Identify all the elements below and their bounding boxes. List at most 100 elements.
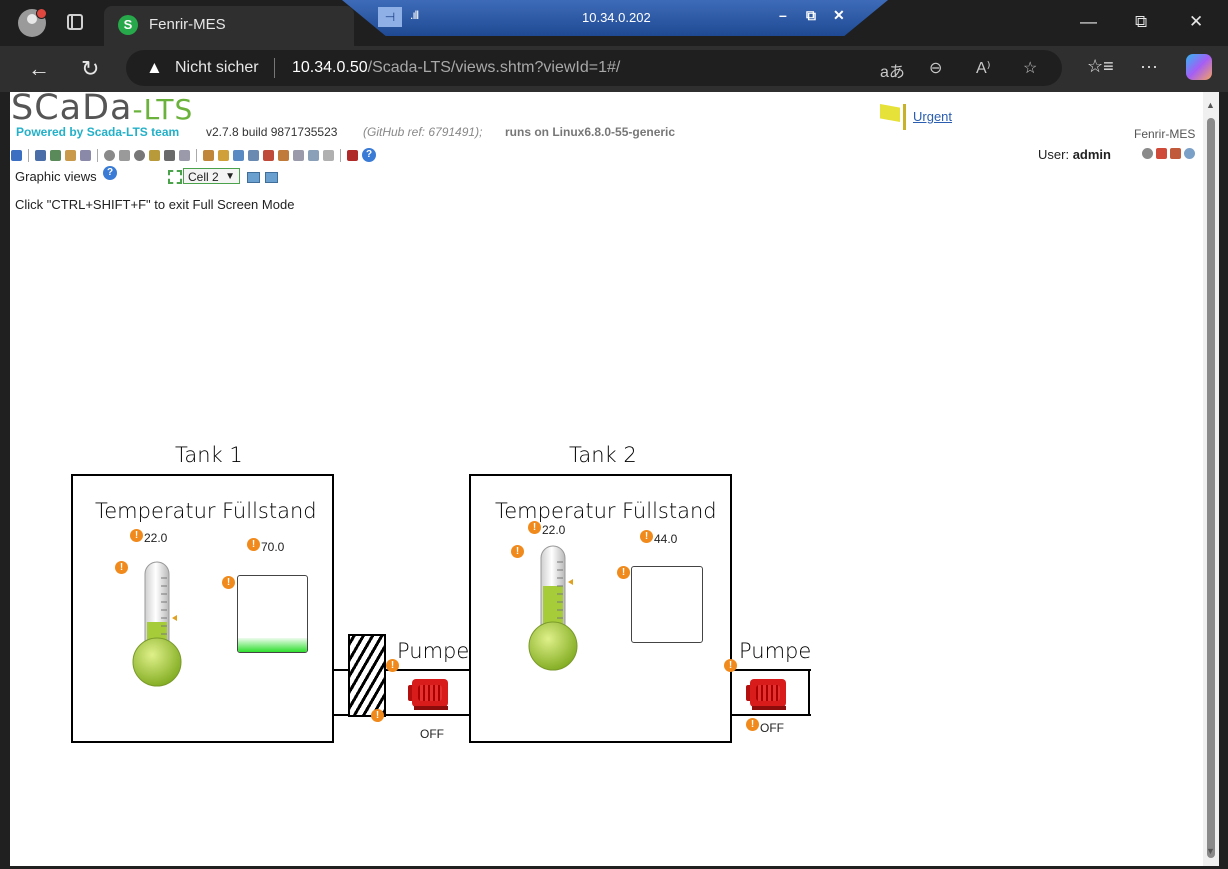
point-details-icon[interactable] (50, 149, 61, 161)
filter-alarm-icon[interactable]: ! (371, 709, 384, 722)
mailing-lists-icon[interactable] (233, 149, 244, 161)
url-field[interactable]: ▲ Nicht sicher 10.34.0.50/Scada-LTS/view… (126, 50, 1062, 86)
tank1-temp-alarm-icon[interactable]: ! (130, 529, 143, 542)
watch-list-icon[interactable] (35, 149, 46, 161)
pump1-label: Pumpe (397, 639, 470, 663)
tank2-temp-value[interactable]: 22.0 (542, 523, 565, 537)
scada-lts-logo: SCaDa-LTS (11, 92, 193, 128)
security-label[interactable]: Nicht sicher (175, 59, 259, 77)
urgent-alarm-link[interactable]: Urgent (913, 109, 952, 124)
more-icon[interactable]: ··· (1140, 56, 1158, 77)
pump1-icon[interactable] (408, 675, 454, 711)
tank1-level-alarm-icon[interactable]: ! (222, 576, 235, 589)
scroll-down-icon[interactable]: ▼ (1206, 846, 1215, 856)
point-links-icon[interactable] (179, 149, 190, 161)
favorites-bar-icon[interactable]: ☆≡ (1087, 56, 1114, 77)
warning-icon[interactable]: ▲ (146, 58, 163, 78)
users-icon[interactable] (203, 149, 214, 161)
tank1-temp-value[interactable]: 22.0 (144, 531, 167, 545)
powered-by-link[interactable]: Powered by Scada-LTS team (16, 125, 179, 139)
favorite-icon[interactable]: ☆ (1023, 58, 1037, 78)
tank1-title: Tank 1 (175, 443, 243, 467)
pump2-alarm-icon[interactable]: ! (724, 659, 737, 672)
tank1-level-value-alarm-icon[interactable]: ! (247, 538, 260, 551)
scroll-up-icon[interactable]: ▲ (1206, 100, 1215, 110)
maintenance-icon[interactable] (263, 149, 274, 161)
tank2-title: Tank 2 (569, 443, 637, 467)
filter-element[interactable] (348, 634, 386, 717)
back-icon[interactable]: ← (28, 56, 50, 82)
url-divider (274, 58, 275, 78)
language-icon[interactable] (1184, 148, 1195, 159)
fullscreen-icon[interactable] (168, 170, 182, 184)
sound-icon[interactable] (1142, 148, 1153, 159)
address-bar: ← ↻ ▲ Nicht sicher 10.34.0.50/Scada-LTS/… (0, 46, 1228, 92)
tank2-thermo-alarm-icon[interactable]: ! (511, 545, 524, 558)
tank1-thermo-alarm-icon[interactable]: ! (115, 561, 128, 574)
event-detectors-icon[interactable] (149, 149, 160, 161)
compound-events-icon[interactable] (164, 149, 175, 161)
tank2-level-alarm-icon[interactable]: ! (617, 566, 630, 579)
tank2-level-value[interactable]: 44.0 (654, 532, 677, 546)
tank1-thermometer[interactable] (130, 560, 186, 688)
main-toolbar: ? (11, 147, 376, 163)
view-select[interactable]: Cell 2 ▼ (183, 168, 240, 184)
help-icon[interactable]: ? (362, 148, 376, 162)
profile-avatar-icon[interactable] (18, 8, 47, 37)
user-profiles-icon[interactable] (218, 149, 229, 161)
remote-minimize-icon[interactable]: – (779, 7, 787, 23)
copilot-icon[interactable] (1186, 54, 1212, 80)
tank2-level-label: Füllstand (622, 499, 717, 523)
pump2-state-alarm-icon[interactable]: ! (746, 718, 759, 731)
fullscreen-hint: Click "CTRL+SHIFT+F" to exit Full Screen… (15, 197, 295, 212)
remote-session-title: 10.34.0.202 (582, 10, 651, 25)
logout-icon[interactable] (347, 149, 358, 161)
system-settings-icon[interactable] (293, 149, 304, 161)
window-minimize-icon[interactable]: — (1080, 12, 1097, 32)
scheduled-events-icon[interactable] (134, 149, 145, 161)
tank1-level-label: Füllstand (222, 499, 317, 523)
refresh-icon[interactable]: ↻ (81, 56, 99, 82)
set-homepage-icon[interactable] (1170, 148, 1181, 159)
immersive-reader-icon[interactable]: A⁾ (976, 58, 991, 78)
pump1-body (412, 679, 448, 707)
window-close-icon[interactable]: ✕ (1189, 12, 1203, 32)
events-icon[interactable] (80, 149, 91, 161)
pin-icon[interactable]: ⊣ (378, 7, 402, 27)
pump2-icon[interactable] (746, 675, 792, 711)
reports-icon[interactable] (65, 149, 76, 161)
edit-view-icon[interactable] (247, 172, 260, 183)
page-scrollbar[interactable]: ▲ ▼ (1203, 92, 1219, 866)
window-restore-icon[interactable]: ⧉ (1135, 12, 1147, 32)
graphic-views-icon[interactable] (11, 149, 22, 161)
tab-actions-icon[interactable] (67, 14, 83, 30)
tank2-temp-alarm-icon[interactable]: ! (528, 521, 541, 534)
url-text[interactable]: 10.34.0.50/Scada-LTS/views.shtm?viewId=1… (292, 59, 620, 77)
tank2-level-value-alarm-icon[interactable]: ! (640, 530, 653, 543)
new-view-icon[interactable] (265, 172, 278, 183)
tank2-thermometer[interactable] (526, 544, 582, 672)
remote-session-bar: ⊣ .ıll 10.34.0.202 – ⧉ ✕ (342, 0, 888, 36)
settings-icon[interactable] (104, 149, 115, 161)
scroll-thumb[interactable] (1207, 118, 1215, 858)
tank1-level-indicator[interactable] (237, 575, 308, 653)
page-content: SCaDa-LTS Powered by Scada-LTS team v2.7… (10, 92, 1203, 866)
tank1-level-value[interactable]: 70.0 (261, 540, 284, 554)
tools-icon[interactable] (278, 149, 289, 161)
remote-close-icon[interactable]: ✕ (833, 7, 845, 24)
home-icon[interactable] (1156, 148, 1167, 159)
data-sources-icon[interactable] (119, 149, 130, 161)
alarm-flag-icon[interactable] (880, 104, 900, 122)
version-text: v2.7.8 build 9871735523 (206, 125, 338, 139)
import-export-icon[interactable] (308, 149, 319, 161)
zoom-icon[interactable]: ⊖ (929, 58, 942, 78)
browser-tab[interactable]: S Fenrir-MES (104, 6, 354, 46)
tank1-temp-label: Temperatur (95, 499, 216, 523)
sql-icon[interactable] (323, 149, 334, 161)
graphic-views-help-icon[interactable]: ? (103, 166, 117, 180)
tank2-level-indicator[interactable] (631, 566, 703, 643)
read-aloud-icon[interactable]: aあ (880, 58, 905, 82)
tab-favicon-icon: S (118, 15, 138, 35)
remote-restore-icon[interactable]: ⧉ (806, 7, 816, 24)
publishers-icon[interactable] (248, 149, 259, 161)
